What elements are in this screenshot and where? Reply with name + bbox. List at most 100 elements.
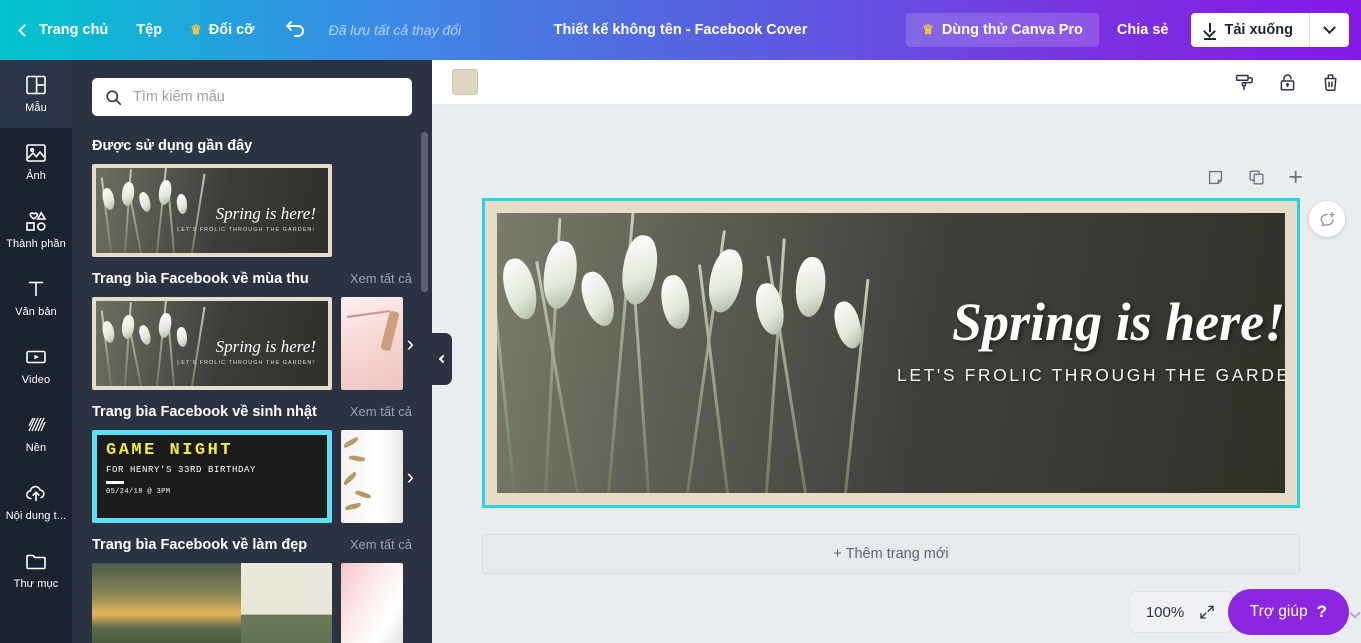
- comment-add-icon: [1320, 211, 1335, 226]
- add-note-icon[interactable]: [1206, 168, 1225, 187]
- see-all-link[interactable]: Xem tất cả: [350, 404, 412, 419]
- context-toolbar-right: [1234, 72, 1341, 93]
- download-options-button[interactable]: [1309, 13, 1349, 47]
- file-menu-button[interactable]: Tệp: [122, 0, 176, 60]
- see-all-link[interactable]: Xem tất cả: [350, 537, 412, 552]
- chevron-left-icon: [18, 23, 31, 37]
- sidebar-item-photos[interactable]: Ảnh: [0, 128, 72, 196]
- sidebar-label: Mẫu: [25, 102, 47, 115]
- see-all-link[interactable]: Xem tất cả: [350, 271, 412, 286]
- page-tools: +: [1206, 165, 1303, 190]
- thumbnail-row: GAME NIGHT FOR HENRY'S 33RD BIRTHDAY 05/…: [92, 430, 414, 523]
- sidebar-item-templates[interactable]: Mẫu: [0, 60, 72, 128]
- file-label: Tệp: [136, 22, 163, 38]
- template-thumbnail-spring[interactable]: Spring is here! LET'S FROLIC THROUGH THE…: [92, 164, 332, 257]
- snowdrop-artwork: Spring is here! LET'S FROLIC THROUGH THE…: [92, 297, 332, 390]
- pink-artwork: [341, 297, 403, 390]
- background-color-swatch[interactable]: [452, 69, 478, 95]
- help-label: Trợ giúp: [1249, 603, 1308, 620]
- template-thumbnail-rose[interactable]: [341, 563, 403, 643]
- template-thumbnail-pink[interactable]: [341, 297, 403, 390]
- zoom-level-label: 100%: [1145, 603, 1185, 621]
- panel-scrollbar[interactable]: [421, 132, 428, 292]
- upload-cloud-icon: [26, 486, 45, 502]
- design-title: Spring is here!: [952, 292, 1285, 352]
- sidebar-item-video[interactable]: Video: [0, 332, 72, 400]
- home-button[interactable]: Trang chủ: [0, 0, 122, 60]
- context-toolbar: [432, 60, 1361, 105]
- duplicate-page-icon[interactable]: [1247, 168, 1266, 187]
- thumbnail-row: Spring is here! LET'S FROLIC THROUGH THE…: [92, 297, 414, 390]
- sidebar-label: Nền: [25, 442, 47, 455]
- template-thumbnail-sunset[interactable]: [92, 563, 332, 643]
- text-icon: [29, 282, 43, 297]
- section-title: Trang bìa Facebook về sinh nhật: [92, 404, 317, 420]
- section-header: Trang bìa Facebook về mùa thu Xem tất cả: [92, 271, 412, 287]
- home-label: Trang chủ: [39, 22, 109, 38]
- section-recent: Được sử dụng gần đây Spring is here! LET…: [72, 138, 432, 257]
- resize-label: Đổi cỡ: [208, 22, 255, 38]
- row-next-icon[interactable]: ›: [407, 332, 414, 355]
- section-beauty: Trang bìa Facebook về làm đẹp Xem tất cả: [72, 537, 432, 643]
- template-thumbnail-spring[interactable]: Spring is here! LET'S FROLIC THROUGH THE…: [92, 297, 332, 390]
- sidebar-label: Video: [21, 374, 51, 387]
- search-box[interactable]: [92, 78, 412, 116]
- edge-caret-icon[interactable]: [1349, 607, 1361, 619]
- chevron-down-icon: [1323, 20, 1336, 34]
- thumbnail-title: Spring is here!: [215, 204, 316, 223]
- lock-icon[interactable]: [1277, 72, 1298, 93]
- leafy-artwork: [341, 430, 403, 523]
- section-header: Được sử dụng gần đây: [92, 138, 412, 154]
- rose-artwork: [341, 563, 403, 643]
- add-new-page-button[interactable]: + Thêm trang mới: [482, 534, 1300, 574]
- design-artwork: Spring is here! LET'S FROLIC THROUGH THE…: [497, 213, 1285, 493]
- template-thumbnail-game-night[interactable]: GAME NIGHT FOR HENRY'S 33RD BIRTHDAY 05/…: [92, 430, 332, 523]
- sidebar-label: Thư mục: [13, 578, 59, 591]
- design-canvas[interactable]: Spring is here! LET'S FROLIC THROUGH THE…: [482, 198, 1300, 508]
- undo-button[interactable]: [269, 0, 321, 60]
- photo-icon: [26, 144, 46, 163]
- section-birthday: Trang bìa Facebook về sinh nhật Xem tất …: [72, 404, 432, 523]
- section-autumn: Trang bìa Facebook về mùa thu Xem tất cả: [72, 271, 432, 390]
- save-status: Đã lưu tất cả thay đổi: [328, 22, 462, 38]
- left-rail: Mẫu Ảnh Thành phần Văn bản Video Nền Nội…: [0, 60, 72, 643]
- sunset-artwork: [92, 563, 332, 643]
- download-icon: [1203, 23, 1216, 40]
- sidebar-item-elements[interactable]: Thành phần: [0, 196, 72, 264]
- templates-panel: Được sử dụng gần đây: [72, 60, 432, 643]
- collapse-panel-button[interactable]: [432, 333, 452, 385]
- paint-roller-icon[interactable]: [1234, 72, 1255, 93]
- divider: [106, 481, 124, 484]
- expand-icon[interactable]: [1198, 603, 1216, 621]
- add-comment-button[interactable]: [1309, 201, 1345, 237]
- help-question-icon: ?: [1316, 602, 1327, 621]
- folder-icon: [26, 555, 46, 570]
- sidebar-label: Ảnh: [26, 170, 46, 183]
- template-thumbnail-leafy[interactable]: [341, 430, 403, 523]
- trash-icon[interactable]: [1320, 72, 1341, 93]
- section-header: Trang bìa Facebook về làm đẹp Xem tất cả: [92, 537, 412, 553]
- search-input[interactable]: [133, 89, 400, 105]
- sidebar-label: Văn bản: [15, 306, 57, 319]
- editor-area: + Spring is here! LET'S FROLIC THROUGH T…: [432, 60, 1361, 643]
- design-subtitle: LET'S FROLIC THROUGH THE GARDEN!: [897, 365, 1285, 385]
- help-button[interactable]: Trợ giúp ?: [1227, 589, 1349, 635]
- chevron-left-icon: [438, 354, 448, 364]
- download-button[interactable]: Tải xuống: [1191, 13, 1309, 47]
- elements-icon: [26, 211, 47, 232]
- sidebar-item-folders[interactable]: Thư mục: [0, 536, 72, 604]
- resize-button[interactable]: ♛ Đổi cỡ: [176, 0, 268, 60]
- sidebar-item-uploads[interactable]: Nội dung t...: [0, 468, 72, 536]
- row-next-icon[interactable]: ›: [407, 465, 414, 488]
- try-canva-pro-button[interactable]: ♛ Dùng thử Canva Pro: [906, 13, 1099, 47]
- add-page-icon[interactable]: +: [1288, 165, 1303, 190]
- templates-icon: [26, 76, 46, 95]
- section-title: Trang bìa Facebook về làm đẹp: [92, 537, 308, 553]
- sidebar-label: Thành phần: [6, 238, 66, 251]
- snowdrop-artwork: Spring is here! LET'S FROLIC THROUGH THE…: [92, 164, 332, 257]
- invader-grid: [269, 443, 319, 499]
- share-button[interactable]: Chia sẻ: [1099, 13, 1187, 47]
- zoom-control[interactable]: 100%: [1129, 591, 1233, 633]
- sidebar-item-text[interactable]: Văn bản: [0, 264, 72, 332]
- sidebar-item-background[interactable]: Nền: [0, 400, 72, 468]
